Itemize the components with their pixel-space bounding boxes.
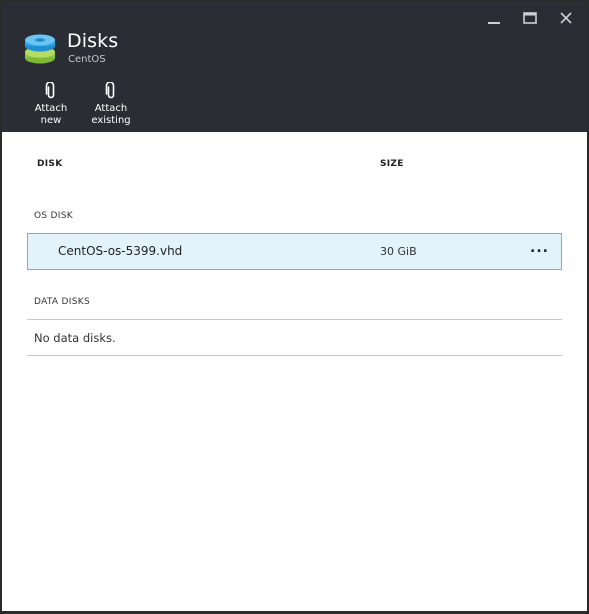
disks-icon: [23, 34, 57, 66]
attach-existing-button[interactable]: Attach existing: [90, 81, 132, 127]
blade-header: Disks CentOS Attach new Attach existing: [2, 2, 587, 132]
os-disk-name: CentOS-os-5399.vhd: [58, 244, 183, 258]
disks-content: DISK SIZE OS DISK CentOS-os-5399.vhd 30 …: [2, 132, 587, 611]
os-disk-size: 30 GiB: [380, 245, 417, 258]
data-disks-section-label: DATA DISKS: [34, 297, 90, 307]
attach-existing-label-line1: Attach: [94, 103, 128, 114]
attach-existing-label-line2: existing: [91, 115, 131, 126]
more-options-button[interactable]: ...: [530, 240, 549, 256]
divider: [27, 355, 562, 356]
os-disk-section-label: OS DISK: [34, 211, 73, 221]
attach-new-button[interactable]: Attach new: [24, 81, 78, 127]
close-icon[interactable]: [555, 8, 577, 28]
os-disk-row[interactable]: CentOS-os-5399.vhd 30 GiB ...: [27, 233, 562, 270]
window-controls: [483, 8, 577, 28]
paperclip-icon: [103, 81, 119, 100]
minimize-icon[interactable]: [483, 8, 505, 28]
column-header-disk: DISK: [37, 159, 63, 169]
paperclip-icon: [43, 81, 59, 100]
no-data-disks-message: No data disks.: [34, 331, 116, 345]
attach-new-label: Attach new: [34, 103, 68, 126]
blade-subtitle: CentOS: [68, 54, 106, 65]
column-header-size: SIZE: [380, 159, 404, 169]
blade-title: Disks: [67, 30, 119, 52]
disks-blade: Disks CentOS Attach new Attach existing …: [0, 0, 589, 614]
maximize-icon[interactable]: [519, 8, 541, 28]
divider: [27, 319, 562, 320]
